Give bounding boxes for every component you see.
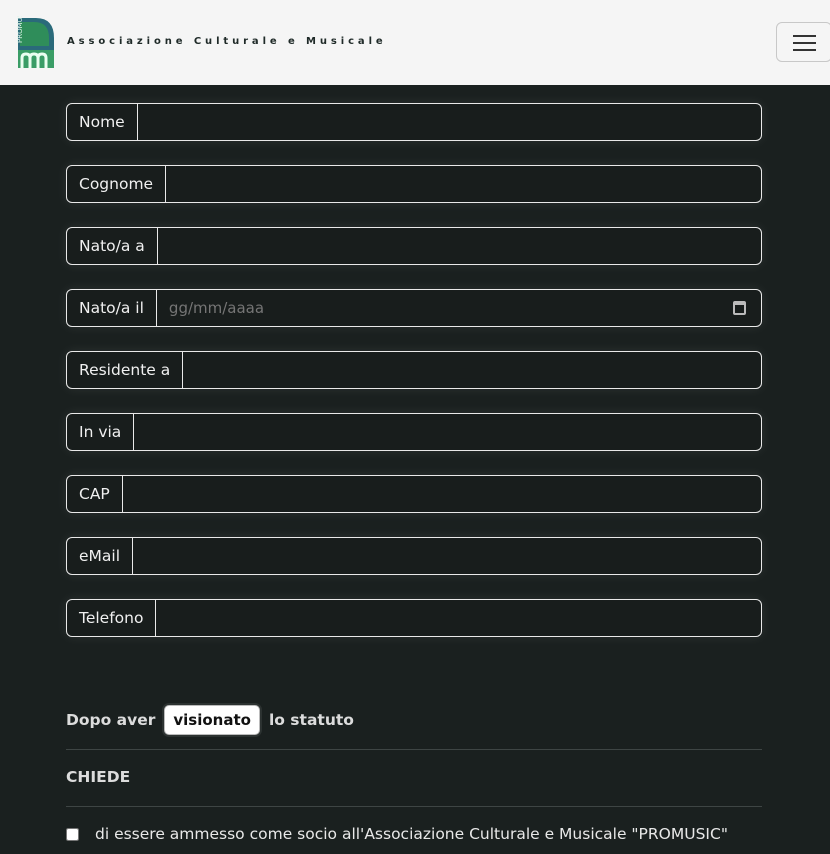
hamburger-icon-line: [793, 49, 816, 51]
field-label: eMail: [67, 538, 134, 574]
statute-row: Dopo aver visionato lo statuto: [66, 705, 354, 735]
admission-checkbox-row[interactable]: di essere ammesso come socio all'Associa…: [66, 825, 728, 843]
field-label: Residente a: [67, 352, 184, 388]
field-luogo-nascita: Nato/a a: [66, 227, 762, 265]
field-label: In via: [67, 414, 135, 450]
divider: [66, 806, 762, 807]
luogo-nascita-input[interactable]: [157, 228, 761, 264]
field-label: Nato/a a: [67, 228, 158, 264]
telefono-input[interactable]: [156, 600, 761, 636]
field-label: Nome: [67, 104, 138, 140]
field-email: eMail: [66, 537, 762, 575]
chiede-heading: CHIEDE: [66, 768, 131, 786]
brand-text: Associazione Culturale e Musicale: [67, 36, 387, 47]
navbar: PROMUSIC Associazione Culturale e Musica…: [0, 0, 830, 85]
statute-prefix: Dopo aver: [66, 711, 156, 729]
statute-suffix: lo statuto: [268, 711, 354, 729]
divider: [66, 749, 762, 750]
field-telefono: Telefono: [66, 599, 762, 637]
menu-toggle-button[interactable]: [776, 22, 830, 62]
cap-input[interactable]: [122, 476, 761, 512]
hamburger-icon-line: [793, 42, 816, 44]
field-label: Cognome: [67, 166, 167, 202]
svg-text:PROMUSIC: PROMUSIC: [16, 16, 24, 43]
promusic-logo[interactable]: PROMUSIC: [16, 16, 56, 68]
via-input[interactable]: [134, 414, 761, 450]
calendar-icon[interactable]: [733, 301, 746, 315]
field-label: Telefono: [67, 600, 157, 636]
field-cap: CAP: [66, 475, 762, 513]
field-nome: Nome: [66, 103, 762, 141]
field-via: In via: [66, 413, 762, 451]
field-cognome: Cognome: [66, 165, 762, 203]
nome-input[interactable]: [137, 104, 761, 140]
field-residenza: Residente a: [66, 351, 762, 389]
cognome-input[interactable]: [166, 166, 761, 202]
field-data-nascita: Nato/a il: [66, 289, 762, 327]
email-input[interactable]: [133, 538, 761, 574]
residenza-input[interactable]: [183, 352, 761, 388]
admission-checkbox[interactable]: [66, 827, 79, 841]
admission-text: di essere ammesso come socio all'Associa…: [95, 825, 728, 843]
field-label: CAP: [67, 476, 123, 512]
field-label: Nato/a il: [67, 290, 157, 326]
visionato-button[interactable]: visionato: [164, 705, 260, 735]
hamburger-icon-line: [793, 35, 816, 37]
data-nascita-input[interactable]: [156, 290, 761, 326]
